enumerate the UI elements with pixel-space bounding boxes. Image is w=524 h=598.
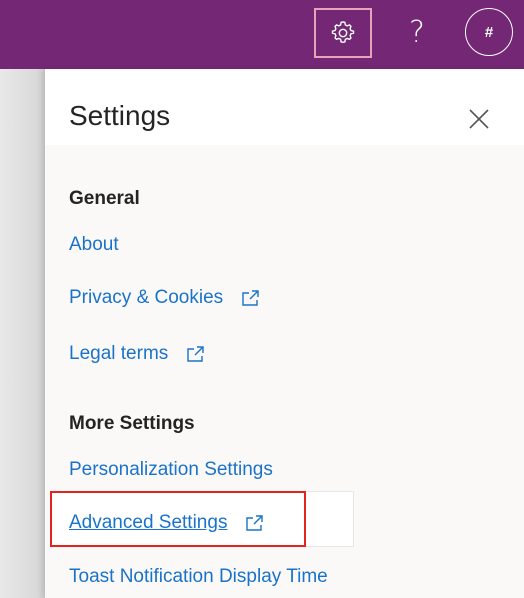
annotation-highlight-box xyxy=(50,491,306,547)
link-label: Personalization Settings xyxy=(69,459,273,480)
top-bar: ? # xyxy=(0,0,524,69)
background-content xyxy=(0,69,45,598)
link-toast-notification-display-time[interactable]: Toast Notification Display Time xyxy=(69,567,328,586)
link-legal-terms[interactable]: Legal terms xyxy=(69,344,206,363)
avatar[interactable]: # xyxy=(465,8,513,56)
link-about[interactable]: About xyxy=(69,235,119,254)
settings-button[interactable] xyxy=(314,8,372,58)
help-button[interactable]: ? xyxy=(388,8,446,58)
external-link-icon xyxy=(187,345,204,362)
close-icon xyxy=(469,109,489,129)
gear-icon xyxy=(331,21,355,44)
section-heading-more-settings: More Settings xyxy=(69,413,195,434)
section-heading-general: General xyxy=(69,188,140,209)
link-label: Privacy & Cookies xyxy=(69,287,224,308)
external-link-icon xyxy=(242,289,259,306)
panel-title: Settings xyxy=(69,100,171,131)
panel-header: Settings xyxy=(45,69,524,145)
link-label: Toast Notification Display Time xyxy=(69,566,328,587)
settings-panel: Settings General About Privacy & Cookies… xyxy=(45,69,524,598)
help-icon: ? xyxy=(409,15,425,50)
link-label: About xyxy=(69,234,119,255)
link-label: Legal terms xyxy=(69,343,169,364)
link-privacy-cookies[interactable]: Privacy & Cookies xyxy=(69,288,261,307)
close-button[interactable] xyxy=(465,105,493,133)
link-personalization-settings[interactable]: Personalization Settings xyxy=(69,460,273,479)
